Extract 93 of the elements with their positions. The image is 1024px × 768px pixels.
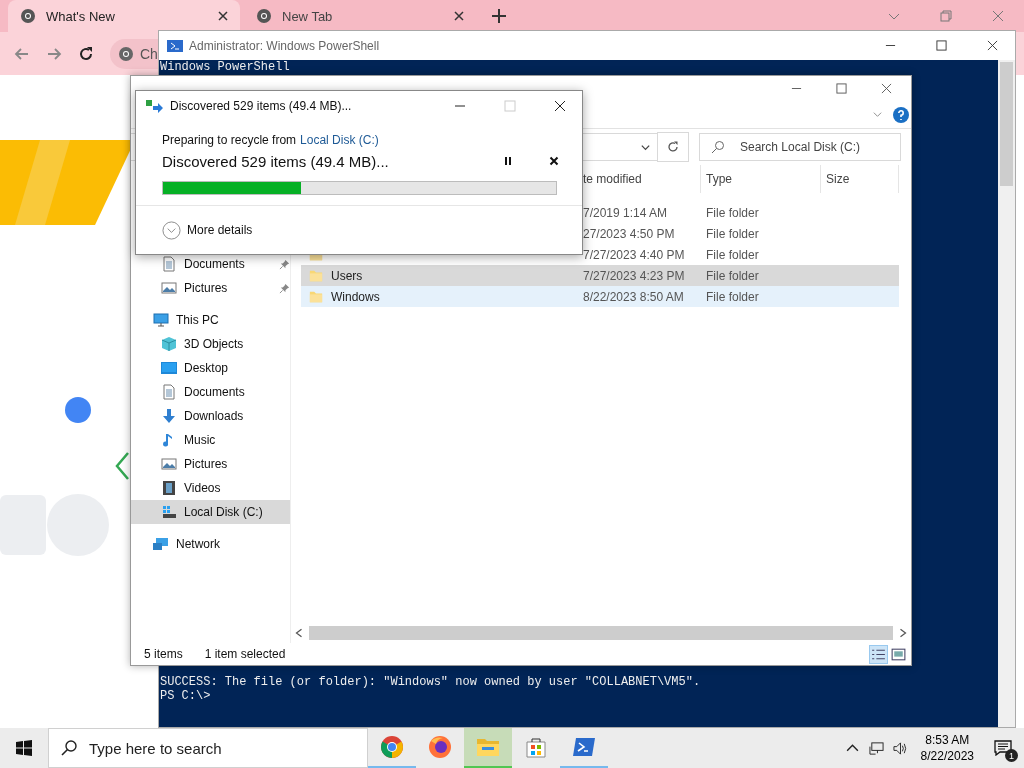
nav-item[interactable]: Documents [131,380,290,404]
pause-icon[interactable] [503,156,513,166]
scrollbar[interactable] [998,60,1015,727]
forward-icon[interactable] [46,45,62,62]
table-cell-text: File folder [705,205,760,220]
more-details-button[interactable]: More details [162,220,253,240]
terminal-icon [572,735,596,759]
location-link[interactable]: Local Disk (C:) [300,133,379,147]
nav-item[interactable]: Pictures [131,452,290,476]
console-line: Windows PowerShell [160,60,291,74]
browser-tab[interactable]: New Tab [244,0,476,32]
window-title: Administrator: Windows PowerShell [189,38,380,53]
taskbar-search-field[interactable]: Type here to search [48,728,368,768]
nav-item[interactable]: Videos [131,476,290,500]
table-cell-text: 7/27/2023 4:40 PM [582,247,686,262]
table-cell-text: File folder [705,268,760,283]
nav-item[interactable]: 3D Objects [131,332,290,356]
column-header[interactable]: Type [701,165,821,193]
shopping-bag-icon [524,735,548,759]
maximize-icon [504,100,516,112]
picture-icon [161,456,177,472]
close-icon[interactable] [554,100,566,112]
file-name: Users [331,268,363,283]
back-icon[interactable] [14,45,30,62]
fox-logo-icon [428,735,452,759]
document-icon [161,384,177,400]
chrome-icon [256,8,272,24]
nav-item[interactable]: Local Disk (C:) [131,500,290,524]
close-icon[interactable] [218,11,228,21]
nav-item[interactable]: Downloads [131,404,290,428]
nav-item[interactable]: Desktop [131,356,290,380]
file-row[interactable]: Users 7/27/2023 4:23 PM File folder [301,265,899,286]
table-cell-text: File folder [705,289,760,304]
file-name: Windows [331,289,380,304]
nav-item[interactable]: This PC [131,308,290,332]
pin-icon[interactable] [279,258,290,270]
progress-heading: Discovered 529 items (49.4 MB)... [162,152,389,170]
table-cell-text: 8/22/2023 8:50 AM [582,289,685,304]
network-icon[interactable] [868,740,884,756]
film-icon [161,480,177,496]
drive-icon [161,504,177,520]
status-text: 5 items [144,647,183,661]
picture-icon [161,280,177,296]
console-line: SUCCESS: The file (or folder): "Windows" now owned by user "COLLABNET\VM5". [160,675,702,689]
chrome-icon [380,735,404,759]
download-icon [161,408,177,424]
maximize-icon[interactable] [836,83,847,94]
pin-icon[interactable] [279,282,290,294]
search-field[interactable]: Search Local Disk (C:) [699,133,901,161]
table-cell-text: File folder [705,226,760,241]
browser-tab[interactable]: What's New [8,0,240,32]
nav-item[interactable]: Network [131,532,290,556]
cube-icon [161,336,177,352]
refresh-icon [666,140,680,154]
powershell-icon [167,37,183,54]
table-cell-text: File folder [705,247,760,262]
table-cell-text: 7/27/2023 4:23 PM [582,268,686,283]
address-bar[interactable]: Ch [110,38,158,69]
monitor-icon [153,312,169,328]
notification-button[interactable]: 1 [988,728,1018,768]
nav-item[interactable]: Pictures [131,276,290,300]
scroll-thumb[interactable] [1000,62,1013,186]
chrome-icon [118,45,134,62]
cancel-icon[interactable] [549,156,559,166]
maximize-icon[interactable] [936,40,947,51]
new-tab-icon[interactable] [492,9,506,23]
network-icon [153,536,169,552]
reload-icon[interactable] [78,45,94,62]
status-text: 1 item selected [204,647,286,661]
dialog-title: Discovered 529 items (49.4 MB)... [170,99,352,113]
search-icon [61,740,77,756]
nav-item[interactable]: Documents [131,252,290,276]
file-row[interactable]: Windows 8/22/2023 8:50 AM File folder [301,286,899,307]
expand-icon [162,220,181,240]
table-cell-text: 7/2019 1:14 AM [582,205,669,220]
nav-item[interactable]: Music [131,428,290,452]
notification-badge: 1 [1005,749,1018,762]
volume-icon[interactable] [892,740,908,756]
console-line: PS C:\> [160,689,212,703]
table-cell-text: 27/2023 4:50 PM [582,226,676,241]
close-icon[interactable] [987,40,998,51]
desktop-icon [161,360,177,376]
chrome-icon [20,8,36,24]
scroll-thumb[interactable] [309,626,893,640]
progress-caption: Preparing to recycle from [162,133,297,147]
details-view-icon[interactable] [870,645,887,663]
column-header[interactable]: Size [821,165,899,193]
copy-progress-icon [146,99,164,113]
help-icon[interactable] [893,106,909,123]
close-icon[interactable] [454,11,464,21]
search-icon [711,140,725,154]
clock[interactable]: 8:53 AM 8/22/2023 [920,732,974,764]
refresh-button[interactable] [657,132,689,162]
